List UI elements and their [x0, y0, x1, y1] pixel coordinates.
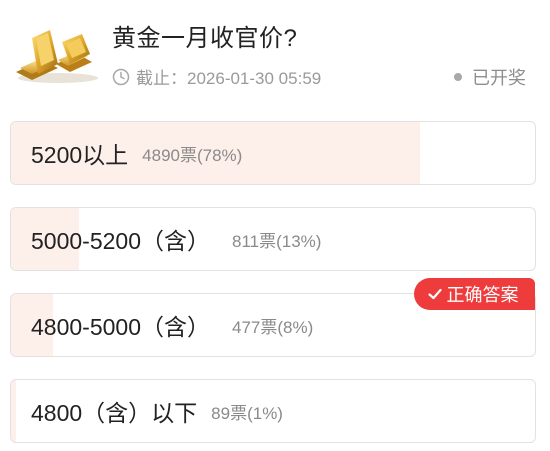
- poll-deadline: 截止：2026-01-30 05:59: [112, 64, 321, 89]
- option-votes: 89票(1%): [211, 403, 283, 423]
- poll-option-1[interactable]: 5200以上 4890票(78%): [10, 121, 536, 185]
- correct-answer-label: 正确答案: [446, 285, 519, 305]
- status-dot: [454, 73, 462, 81]
- status-text: 已开奖: [472, 68, 526, 88]
- deadline-text: 截止：2026-01-30 05:59: [136, 69, 322, 88]
- poll-title: 黄金一月收官价?: [112, 25, 298, 52]
- option-votes: 4890票(78%): [142, 145, 243, 165]
- option-votes: 811票(13%): [232, 231, 322, 251]
- poll-option-2[interactable]: 5000-5200（含） 811票(13%): [10, 207, 536, 271]
- poll-status: 已开奖: [454, 64, 526, 90]
- option-label: 4800（含）以下: [31, 400, 198, 426]
- poll-header: 黄金一月收官价? 截止：2026-01-30 05:59 已开奖: [0, 0, 550, 100]
- correct-answer-badge: 正确答案: [414, 278, 535, 310]
- gold-bars-image: [12, 20, 102, 84]
- clock-icon: [112, 68, 130, 86]
- check-icon: [427, 288, 442, 300]
- poll-option-4[interactable]: 4800（含）以下 89票(1%): [10, 379, 536, 443]
- option-label: 4800-5000（含）: [31, 314, 210, 340]
- option-label: 5200以上: [31, 142, 129, 168]
- option-label: 5000-5200（含）: [31, 228, 210, 254]
- option-votes: 477票(8%): [232, 317, 314, 337]
- vote-share-bar: [11, 380, 17, 442]
